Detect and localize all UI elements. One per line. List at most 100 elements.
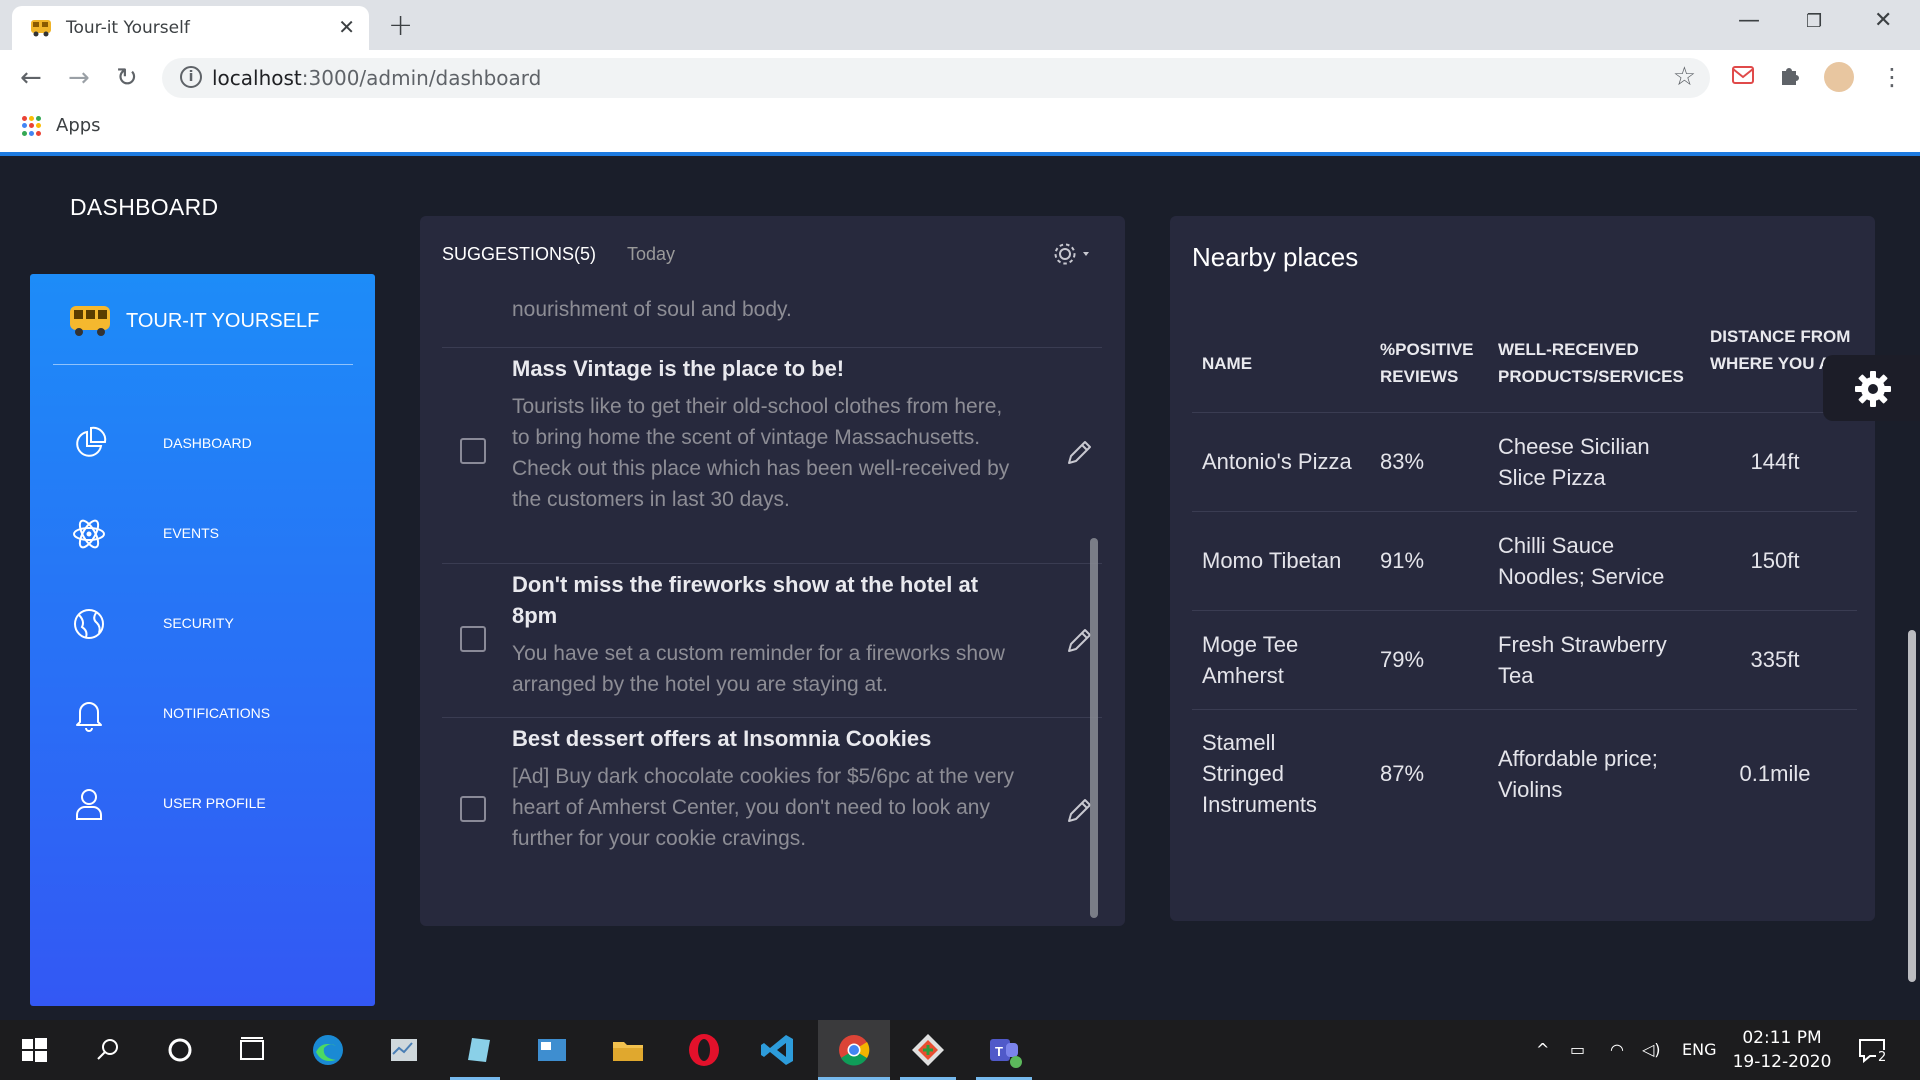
column-header: WELL-RECEIVED PRODUCTS/SERVICES (1498, 340, 1684, 386)
place-distance: 150ft (1750, 548, 1800, 573)
suggestion-title: Don't miss the fireworks show at the hot… (512, 572, 979, 628)
edge-icon[interactable] (308, 1030, 348, 1070)
suggestion-description: [Ad] Buy dark chocolate cookies for $5/6… (512, 765, 1014, 850)
suggestion-description: Tourists like to get their old-school cl… (512, 395, 1010, 511)
teams-icon[interactable]: T (984, 1030, 1024, 1070)
sidebar-item-label: NOTIFICATIONS (163, 705, 271, 721)
suggestion-description: You have set a custom reminder for a fir… (512, 642, 1005, 696)
task-view-icon[interactable] (232, 1030, 272, 1070)
place-name: Moge Tee Amherst (1202, 632, 1299, 688)
place-distance: 335ft (1750, 647, 1800, 672)
suggestions-scrollbar[interactable] (1090, 538, 1098, 918)
bookmarks-bar: Apps (0, 106, 1920, 152)
suggestion-row: Mass Vintage is the place to be! Tourist… (442, 347, 1102, 563)
suggestion-row: Don't miss the fireworks show at the hot… (442, 563, 1102, 717)
windows-start-icon[interactable] (14, 1030, 54, 1070)
browser-tab[interactable]: Tour-it Yourself ✕ (12, 6, 369, 50)
new-tab-button[interactable]: + (388, 8, 413, 43)
place-name: Stamell Stringed Instruments (1202, 730, 1317, 817)
search-icon[interactable] (88, 1030, 128, 1070)
suggestions-card: SUGGESTIONS(5) Today nourishment of soul… (420, 216, 1125, 926)
suggestions-filter[interactable]: Today (627, 244, 675, 265)
table-row: Momo Tibetan 91% Chilli Sauce Noodles; S… (1192, 511, 1857, 610)
extension-mail-icon[interactable] (1730, 62, 1756, 88)
nearby-places-card: Nearby places NAME %POSITIVE REVIEWS WEL… (1170, 216, 1875, 921)
show-hidden-icons-icon[interactable]: ^ (1536, 1040, 1549, 1059)
task-manager-icon[interactable] (384, 1030, 424, 1070)
input-language[interactable]: ENG (1682, 1040, 1716, 1059)
file-explorer-icon[interactable] (608, 1030, 648, 1070)
suggestion-checkbox[interactable] (460, 796, 486, 822)
edit-pencil-icon[interactable] (1064, 438, 1094, 468)
volume-icon[interactable]: ◁) (1642, 1040, 1661, 1059)
cortana-icon[interactable] (160, 1030, 200, 1070)
brand-name[interactable]: TOUR-IT YOURSELF (126, 310, 319, 333)
place-distance: 144ft (1750, 449, 1800, 474)
place-distance: 0.1mile (1739, 761, 1811, 786)
gear-icon (1855, 371, 1891, 407)
suggestion-checkbox[interactable] (460, 626, 486, 652)
extensions-puzzle-icon[interactable] (1778, 63, 1802, 87)
clock-date: 19-12-2020 (1732, 1052, 1832, 1072)
place-positive: 87% (1380, 761, 1425, 786)
place-positive: 83% (1380, 449, 1425, 474)
user-icon (76, 789, 102, 820)
table-row: Antonio's Pizza 83% Cheese Sicilian Slic… (1192, 412, 1857, 511)
opera-icon[interactable] (684, 1030, 724, 1070)
taskbar-clock[interactable]: 02:11 PM 19-12-2020 (1732, 1026, 1832, 1074)
notification-count-badge: 2 (1876, 1050, 1889, 1065)
bus-favicon-icon (31, 20, 51, 37)
sidebar-item-label: EVENTS (163, 525, 220, 541)
notepad-icon[interactable] (458, 1030, 498, 1070)
page-title: DASHBOARD (70, 194, 219, 220)
git-gui-icon[interactable] (908, 1030, 948, 1070)
sidebar-item-label: SECURITY (163, 615, 234, 631)
settings-fab-button[interactable] (1823, 355, 1920, 421)
sidebar-item-label: USER PROFILE (163, 795, 266, 811)
sidebar-item-dashboard[interactable]: DASHBOARD (70, 419, 350, 469)
tab-title: Tour-it Yourself (66, 18, 190, 38)
column-header: %POSITIVE REVIEWS (1380, 340, 1474, 386)
sidebar-item-events[interactable]: EVENTS (70, 509, 350, 559)
page-scrollbar[interactable] (1908, 630, 1916, 982)
apps-bookmark[interactable]: Apps (56, 115, 101, 136)
suggestion-title: Best dessert offers at Insomnia Cookies (512, 726, 932, 751)
address-bar[interactable]: i localhost:3000/admin/dashboard ☆ (162, 58, 1710, 98)
place-products: Fresh Strawberry Tea (1498, 632, 1667, 688)
control-panel-icon[interactable] (532, 1030, 572, 1070)
restore-icon[interactable]: ❐ (1806, 11, 1822, 32)
suggestion-checkbox[interactable] (460, 438, 486, 464)
bookmark-star-icon[interactable]: ☆ (1673, 62, 1696, 92)
sidebar-item-user-profile[interactable]: USER PROFILE (70, 779, 350, 829)
minimize-icon[interactable]: — (1738, 8, 1760, 33)
settings-dropdown-icon[interactable] (1053, 240, 1097, 268)
forward-icon[interactable]: → (68, 63, 90, 93)
vscode-icon[interactable] (758, 1030, 798, 1070)
apps-grid-icon[interactable] (22, 116, 42, 136)
globe-icon (74, 609, 104, 639)
profile-avatar[interactable] (1824, 62, 1854, 92)
suggestion-row: Best dessert offers at Insomnia Cookies … (442, 717, 1102, 917)
tab-close-icon[interactable]: ✕ (338, 15, 355, 39)
wifi-icon[interactable]: ◠ (1610, 1040, 1624, 1059)
browser-toolbar: ← → ↻ i localhost:3000/admin/dashboard ☆… (0, 50, 1920, 106)
back-icon[interactable]: ← (20, 63, 42, 93)
place-products: Chilli Sauce Noodles; Service (1498, 533, 1665, 589)
app-root: DASHBOARD TOUR-IT YOURSELF DASHBOARD EVE… (0, 156, 1920, 1020)
sidebar-item-label: DASHBOARD (163, 435, 252, 451)
pie-chart-icon (76, 426, 107, 457)
sidebar: TOUR-IT YOURSELF DASHBOARD EVENTS SECURI… (30, 274, 375, 1006)
column-header: NAME (1202, 354, 1253, 373)
table-row: Moge Tee Amherst 79% Fresh Strawberry Te… (1192, 610, 1857, 709)
chrome-menu-icon[interactable]: ⋮ (1880, 63, 1904, 91)
place-positive: 79% (1380, 647, 1425, 672)
close-window-icon[interactable]: ✕ (1874, 8, 1892, 33)
chrome-icon[interactable] (834, 1030, 874, 1070)
site-info-icon[interactable]: i (180, 66, 202, 88)
sidebar-item-security[interactable]: SECURITY (70, 599, 350, 649)
bell-icon (76, 702, 102, 732)
place-products: Cheese Sicilian Slice Pizza (1498, 434, 1650, 490)
battery-icon[interactable]: ▭ (1570, 1040, 1585, 1059)
sidebar-item-notifications[interactable]: NOTIFICATIONS (70, 689, 350, 739)
reload-icon[interactable]: ↻ (116, 63, 138, 93)
